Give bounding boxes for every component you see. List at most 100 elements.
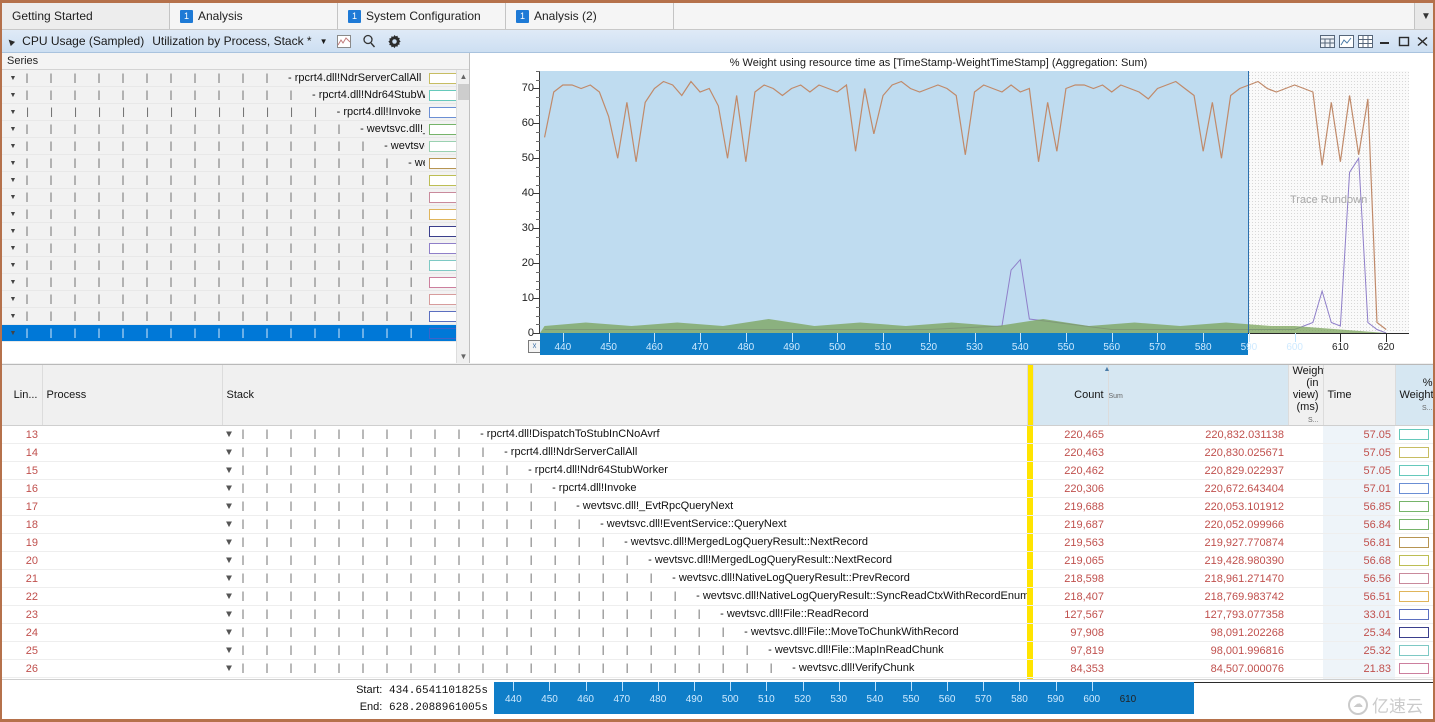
cell-stack[interactable]: ▼ | | | | | | | | | | | | | | | | | | | -…	[222, 587, 1027, 606]
series-row[interactable]: ▼ | | | | | | | | | | | | | | - wevtsvc.d…	[2, 121, 469, 138]
series-expander-icon[interactable]: ▼	[2, 143, 24, 150]
series-row[interactable]: ▼| | | | | | | | | | | | | | | | | | | |…	[2, 291, 469, 308]
minimize-icon[interactable]	[1376, 34, 1393, 49]
series-row[interactable]: ▼| | | | | | | | | | | | | | | | | - wev…	[2, 172, 469, 189]
cell-legend[interactable]	[1395, 605, 1433, 624]
row-expander-icon[interactable]: ▼	[226, 574, 232, 585]
preset-label[interactable]: Utilization by Process, Stack *	[152, 34, 311, 48]
scroll-down-icon[interactable]: ▼	[457, 350, 469, 363]
col-header-weight[interactable]: Weight (in view) (ms) S...	[1288, 365, 1327, 426]
table-row[interactable]: 17 ▼ | | | | | | | | | | | | | | - wevtsvc…	[2, 497, 1433, 516]
row-expander-icon[interactable]: ▼	[226, 610, 232, 621]
cell-stack[interactable]: ▼ | | | | | | | | | | | | | | - wevtsvc.d…	[222, 497, 1027, 516]
table-row[interactable]: 25 ▼ | | | | | | | | | | | | | | | | | | |…	[2, 641, 1433, 660]
cell-legend[interactable]	[1395, 569, 1433, 588]
table-row[interactable]: 21 ▼ | | | | | | | | | | | | | | | | | | -…	[2, 569, 1433, 588]
series-row[interactable]: ▼| | | | | | | | | | | | | | | | | | | |…	[2, 257, 469, 274]
series-expander-icon[interactable]: ▼	[2, 177, 24, 184]
cell-stack[interactable]: ▼ | | | | | | | | | | | | | | | - wevtsvc…	[222, 515, 1027, 534]
series-expander-icon[interactable]: ▼	[2, 75, 24, 82]
row-expander-icon[interactable]: ▼	[226, 430, 232, 441]
col-header-time[interactable]: Time	[1323, 365, 1396, 426]
cell-legend[interactable]	[1395, 461, 1433, 480]
table-row[interactable]: 18 ▼ | | | | | | | | | | | | | | | - wevts…	[2, 515, 1433, 534]
tab-analysis[interactable]: 1 Analysis	[170, 3, 338, 29]
table-row[interactable]: 24 ▼ | | | | | | | | | | | | | | | | | | |…	[2, 623, 1433, 642]
series-expander-icon[interactable]: ▼	[2, 160, 24, 167]
series-expander-icon[interactable]: ▼	[2, 109, 24, 116]
preset-dropdown-icon[interactable]: ▼	[320, 37, 328, 46]
cell-stack[interactable]: ▼ | | | | | | | | | | | | | | | | | | - w…	[222, 569, 1027, 588]
table-row[interactable]: 20 ▼ | | | | | | | | | | | | | | | | | - w…	[2, 551, 1433, 570]
tab-analysis-2[interactable]: 1 Analysis (2)	[506, 3, 674, 29]
series-expander-icon[interactable]: ▼	[2, 126, 24, 133]
col-header-line[interactable]: Lin...	[2, 365, 43, 426]
cell-stack[interactable]: ▼ | | | | | | | | | | | | - rpcrt4.dll!Nd…	[222, 461, 1027, 480]
cell-stack[interactable]: ▼| | | | | | | | | | | | | | | | | | | |…	[222, 641, 1027, 660]
series-expander-icon[interactable]: ▼	[2, 296, 24, 303]
row-expander-icon[interactable]: ▼	[226, 628, 232, 639]
series-expander-icon[interactable]: ▼	[2, 194, 24, 201]
cell-legend[interactable]	[1395, 641, 1433, 660]
close-icon[interactable]	[1414, 34, 1431, 49]
cell-stack[interactable]: ▼ | | | | | | | | | | | - rpcrt4.dll!NdrS…	[222, 443, 1027, 462]
series-expander-icon[interactable]: ▼	[2, 228, 24, 235]
cell-legend[interactable]	[1395, 587, 1433, 606]
series-row[interactable]: ▼ | | | | | | | | | | | | - rpcrt4.dll!Nd…	[2, 87, 469, 104]
cell-stack[interactable]: ▼ | | | | | | | | | | | | | | | | | - wev…	[222, 551, 1027, 570]
row-expander-icon[interactable]: ▼	[226, 466, 232, 477]
gear-icon[interactable]	[386, 33, 403, 50]
table-view-icon[interactable]	[1319, 34, 1336, 49]
series-row[interactable]: ▼| | | | | | | | | | | | | | | | - wevts…	[2, 155, 469, 172]
row-expander-icon[interactable]: ▼	[226, 556, 232, 567]
x-axis-band[interactable]: 440 450 460 470 480 490 500 510 520 530 540 550 560 5…	[540, 333, 1409, 355]
row-expander-icon[interactable]: ▼	[226, 520, 232, 531]
cell-legend[interactable]	[1395, 479, 1433, 498]
series-row[interactable]: ▼| | | | | | | | | | | | | | | | | | | |…	[2, 274, 469, 291]
graph-view-icon[interactable]	[1338, 34, 1355, 49]
series-row[interactable]: ▼ | | | | | | | | | | | - rpcrt4.dll!NdrS…	[2, 70, 469, 87]
series-row[interactable]: ▼| | | | | | | | | | | | | | | | | | - w…	[2, 189, 469, 206]
row-expander-icon[interactable]: ▼	[226, 448, 232, 459]
cell-legend[interactable]	[1395, 659, 1433, 678]
search-icon[interactable]	[361, 33, 378, 50]
cell-legend[interactable]	[1395, 623, 1433, 642]
series-row[interactable]: ▼| | | | | | | | | | | | | | | - wevtsvc…	[2, 138, 469, 155]
cell-stack[interactable]: ▼| | | | | | | | | | | | | | | | | | | |…	[222, 623, 1027, 642]
cell-legend[interactable]	[1395, 515, 1433, 534]
col-header-pct-weight[interactable]: % Weight S...	[1395, 365, 1433, 426]
series-expander-icon[interactable]: ▼	[2, 245, 24, 252]
cell-stack[interactable]: ▼| | | | | | | | | | | | | | | | | | | |…	[222, 659, 1027, 678]
plot-area[interactable]: 0 10 20 30 40 50 60 70 Trace Rundown	[522, 71, 1409, 339]
series-row[interactable]: ▼| | | | | | | | | | | | | | | | | | | |…	[2, 325, 469, 342]
tab-getting-started[interactable]: Getting Started	[2, 3, 170, 29]
scroll-thumb[interactable]	[458, 84, 469, 100]
table-row[interactable]: 13 ▼ | | | | | | | | | | - rpcrt4.dll!Disp…	[2, 425, 1433, 444]
series-expander-icon[interactable]: ▼	[2, 92, 24, 99]
series-expander-icon[interactable]: ▼	[2, 262, 24, 269]
row-expander-icon[interactable]: ▼	[226, 592, 232, 603]
row-expander-icon[interactable]: ▼	[226, 664, 232, 675]
cell-legend[interactable]	[1395, 443, 1433, 462]
row-expander-icon[interactable]: ▼	[226, 484, 232, 495]
cell-stack[interactable]: ▼ | | | | | | | | | | | | | - rpcrt4.dll!…	[222, 479, 1027, 498]
table-row[interactable]: 23 ▼ | | | | | | | | | | | | | | | | | | |…	[2, 605, 1433, 624]
cell-legend[interactable]	[1395, 533, 1433, 552]
series-expander-icon[interactable]: ▼	[2, 211, 24, 218]
scroll-up-icon[interactable]: ▲	[457, 70, 469, 83]
timeline-track[interactable]: 440 450 460 470 480 490 500 510 520 530 540 550 560 5…	[494, 680, 1433, 719]
series-row[interactable]: ▼| | | | | | | | | | | | | | | | | | | |…	[2, 308, 469, 325]
tab-system-configuration[interactable]: 1 System Configuration	[338, 3, 506, 29]
col-header-stack[interactable]: Stack	[222, 365, 1028, 426]
col-header-count-agg[interactable]: Sum	[1108, 365, 1289, 426]
cell-legend[interactable]	[1395, 425, 1433, 444]
table-row[interactable]: 22 ▼ | | | | | | | | | | | | | | | | | | |…	[2, 587, 1433, 606]
cell-stack[interactable]: ▼ | | | | | | | | | | - rpcrt4.dll!Dispat…	[222, 425, 1027, 444]
row-expander-icon[interactable]: ▼	[226, 646, 232, 657]
series-row[interactable]: ▼| | | | | | | | | | | | | | | | | | | |…	[2, 240, 469, 257]
cell-legend[interactable]	[1395, 551, 1433, 570]
tab-scroll-down-icon[interactable]: ▼	[1415, 3, 1433, 29]
collapse-triangle-icon[interactable]: ◀	[6, 36, 17, 47]
series-expander-icon[interactable]: ▼	[2, 313, 24, 320]
table-row[interactable]: 14 ▼ | | | | | | | | | | | - rpcrt4.dll!Nd…	[2, 443, 1433, 462]
